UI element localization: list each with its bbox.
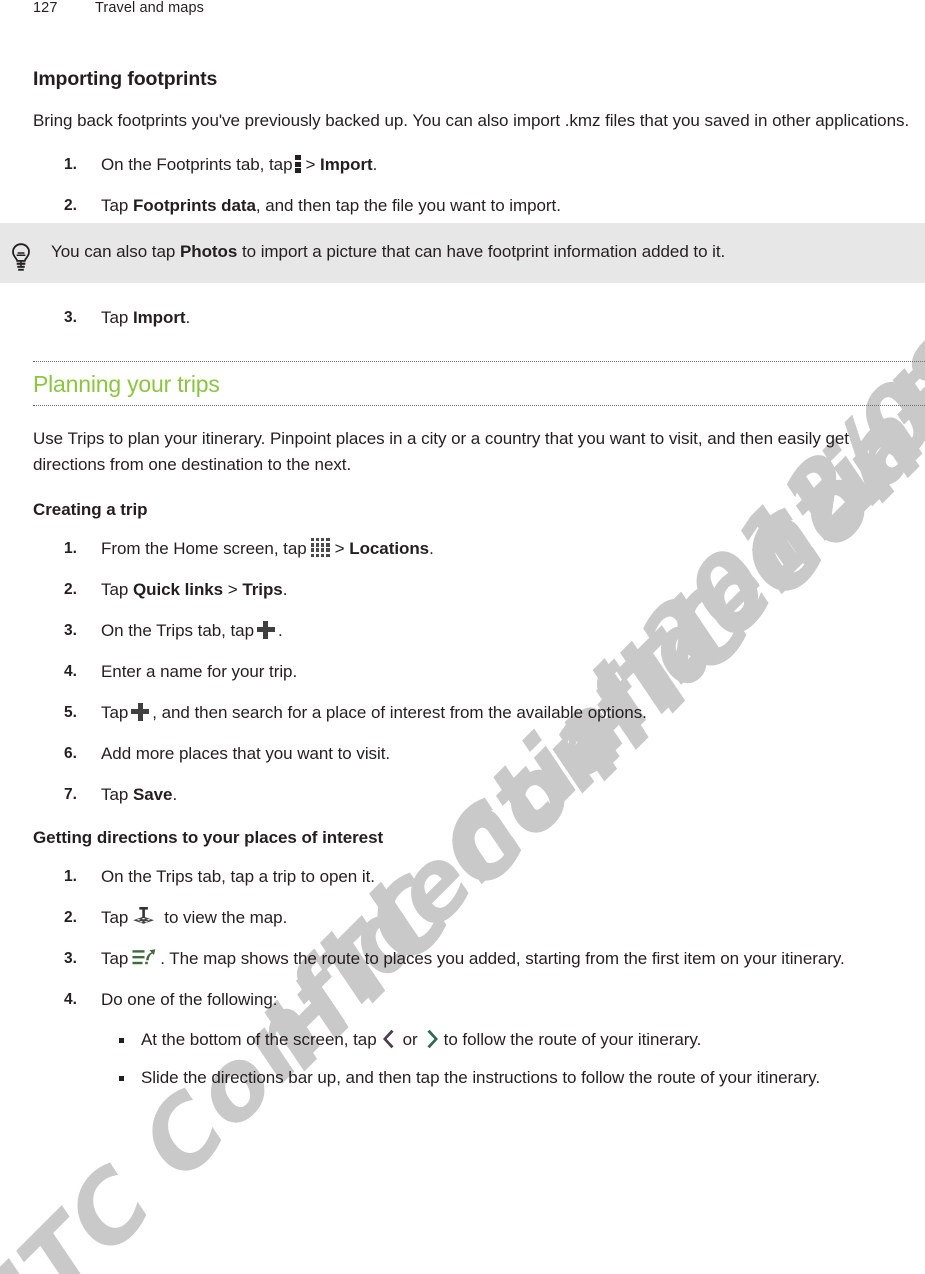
creating-trip-steps-list: From the Home screen, tap > Locations. T… [33, 536, 925, 808]
importing-steps-list-continued: Tap Import. [33, 305, 925, 331]
step-emphasis: Import [320, 155, 373, 174]
step-emphasis: Save [132, 785, 173, 804]
step-text: Tap [101, 196, 133, 215]
step-text: Tap [101, 703, 129, 722]
list-item: Tap Quick links > Trips. [33, 577, 925, 603]
subsection-title-getting-directions: Getting directions to your places of int… [33, 828, 384, 847]
step-text: . [429, 539, 434, 558]
step-emphasis: Footprints data [132, 196, 256, 215]
page-header: 127 Travel and maps [33, 0, 204, 16]
list-item: From the Home screen, tap > Locations. [33, 536, 925, 562]
directions-sub-bullets: At the bottom of the screen, tap or to f… [101, 1027, 925, 1091]
list-item: On the Trips tab, tap. [33, 618, 925, 644]
step-text: , and then search for a place of interes… [152, 703, 647, 722]
step-text: From the Home screen, tap [101, 539, 307, 558]
list-item: Do one of the following: At the bottom o… [33, 987, 925, 1091]
chapter-name: Travel and maps [95, 0, 204, 16]
directions-icon [132, 948, 156, 968]
planning-intro-paragraph: Use Trips to plan your itinerary. Pinpoi… [33, 429, 849, 474]
chevron-right-icon [423, 1029, 439, 1049]
step-text: , and then tap the file you want to impo… [255, 196, 561, 215]
step-text: On the Footprints tab, tap [101, 155, 293, 174]
step-text: . The map shows the route to places you … [160, 949, 845, 968]
step-emphasis: Trips [242, 580, 283, 599]
step-text: Enter a name for your trip. [101, 662, 298, 681]
page-number: 127 [33, 0, 58, 16]
tip-emphasis: Photos [179, 242, 238, 261]
overflow-menu-icon [295, 155, 302, 173]
chapter-heading-block: Planning your trips [33, 361, 925, 406]
list-item: Tap Import. [33, 305, 925, 331]
step-emphasis: Locations [349, 539, 430, 558]
step-text: > [305, 155, 321, 174]
plus-icon [256, 621, 275, 639]
step-text: . [372, 155, 378, 174]
step-text: . [172, 785, 178, 804]
step-text: to view the map. [164, 908, 288, 927]
list-item: Add more places that you want to visit. [33, 741, 925, 767]
importing-steps-list: On the Footprints tab, tap > Import. Tap … [33, 152, 925, 219]
step-text: Tap [101, 580, 133, 599]
list-item: Tap Footprints data, and then tap the fi… [33, 193, 925, 219]
section-title-importing-footprints: Importing footprints [33, 68, 218, 90]
divider-bottom [33, 405, 925, 406]
list-item: Enter a name for your trip. [33, 659, 925, 685]
bullet-text: At the bottom of the screen, tap [141, 1030, 377, 1049]
lightbulb-icon [8, 242, 34, 272]
step-text: Add more places that you want to visit. [101, 744, 391, 763]
bullet-text: or [402, 1030, 418, 1049]
list-item: On the Trips tab, tap a trip to open it. [33, 864, 925, 890]
step-emphasis: Quick links [132, 580, 224, 599]
page-title: Planning your trips [33, 371, 220, 397]
list-item: Tap . The map shows the route to places … [33, 946, 925, 972]
tip-text: You can also tap Photos to import a pict… [51, 239, 892, 265]
step-text: On the Trips tab, tap a trip to open it. [101, 867, 375, 886]
bullet-text: to follow the route of your itinerary. [443, 1030, 702, 1049]
chevron-left-icon [382, 1029, 398, 1049]
step-text: On the Trips tab, tap [101, 621, 254, 640]
step-text: Tap [101, 785, 133, 804]
list-item: Slide the directions bar up, and then ta… [101, 1065, 925, 1091]
list-item: On the Footprints tab, tap > Import. [33, 152, 925, 178]
page-content: 127 Travel and maps Importing footprints … [0, 0, 925, 1274]
step-emphasis: Import [132, 308, 186, 327]
step-text: Do one of the following: [101, 990, 278, 1009]
tip-text-lead: You can also tap [51, 242, 180, 261]
step-text: Tap [101, 908, 129, 927]
subsection-title-creating-a-trip: Creating a trip [33, 500, 148, 519]
list-item: At the bottom of the screen, tap or to f… [101, 1027, 925, 1053]
step-text: Tap [101, 949, 129, 968]
plus-icon [131, 703, 150, 721]
step-text: . [277, 621, 283, 640]
step-text: Tap [101, 308, 133, 327]
list-item: Tap , and then search for a place of inte… [33, 700, 925, 726]
bullet-text: Slide the directions bar up, and then ta… [141, 1068, 821, 1087]
list-item: Tap to view the map. [33, 905, 925, 931]
step-text: . [282, 580, 288, 599]
getting-directions-steps-list: On the Trips tab, tap a trip to open it.… [33, 864, 925, 1091]
map-pin-icon [132, 906, 156, 928]
importing-intro-paragraph: Bring back footprints you've previously … [33, 111, 910, 130]
tip-text-rest: to import a picture that can have footpr… [237, 242, 726, 261]
step-text: > [223, 580, 243, 599]
step-text: > [334, 539, 350, 558]
list-item: Tap Save. [33, 782, 925, 808]
tip-box: You can also tap Photos to import a pict… [0, 223, 925, 283]
app-grid-icon [310, 538, 331, 558]
step-text: . [185, 308, 191, 327]
